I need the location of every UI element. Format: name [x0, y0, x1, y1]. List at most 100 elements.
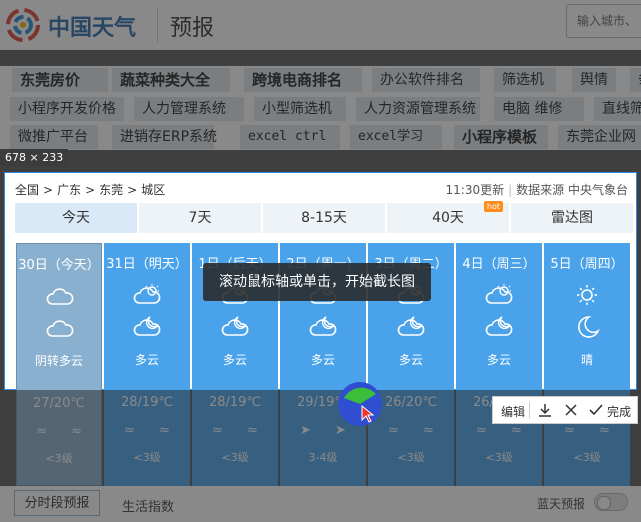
forecast-tabs: 今天 7天 8-15天 40天 hot 雷达图 — [15, 201, 635, 233]
wind-level: <3级 — [133, 451, 161, 464]
tab-5[interactable]: 雷达图 — [511, 203, 635, 233]
ad-keyword-link[interactable]: 东莞企业网 — [558, 125, 641, 149]
divider: | — [508, 183, 513, 197]
cloud-icon — [46, 288, 74, 305]
day-forecast-card[interactable]: 5日（周四）晴27/19℃≈ ≈<3级 — [544, 243, 630, 486]
bottom-strip: 分时段预报 生活指数 蓝天预报 — [0, 486, 641, 522]
ad-keyword-link[interactable]: 小程序模板 — [454, 125, 548, 149]
wind-direction-icon: ≈ ≈ — [212, 423, 268, 438]
partly-cloudy-night-icon — [485, 316, 513, 336]
ad-keyword-strip: 东莞房价蔬菜种类大全跨境电商排名办公软件排名筛选机舆情条 小程序开发价格人力管理… — [0, 66, 641, 150]
moon-icon — [578, 316, 600, 338]
weather-condition: 多云 — [134, 353, 159, 367]
ad-keyword-link[interactable]: excel ctrl — [240, 125, 340, 149]
breadcrumb-link[interactable]: 城区 — [141, 183, 165, 197]
cloud-icon — [46, 320, 74, 337]
weather-condition: 多云 — [398, 353, 423, 367]
tab-1[interactable]: 今天 — [15, 203, 139, 233]
tab-3[interactable]: 8-15天 — [263, 203, 387, 233]
partly-cloudy-night-icon — [133, 316, 161, 336]
breadcrumb-link[interactable]: 全国 — [15, 183, 39, 197]
temperature-range: 28/19℃ — [120, 395, 174, 410]
day-label: 30日（今天） — [18, 258, 100, 273]
tab-2[interactable]: 7天 — [139, 203, 263, 233]
weather-logo-icon[interactable] — [6, 8, 40, 42]
ad-keyword-link[interactable]: 蔬菜种类大全 — [112, 68, 230, 92]
toolbar-divider — [529, 402, 530, 418]
blue-sky-toggle[interactable] — [594, 493, 628, 511]
ad-keyword-link[interactable]: 小程序开发价格 — [10, 97, 124, 121]
ad-keyword-link[interactable]: 办公软件排名 — [372, 68, 480, 92]
section-title: 预报 — [170, 16, 215, 41]
breadcrumb-separator: > — [43, 183, 54, 197]
tab-label: 8-15天 — [301, 210, 347, 226]
selection-size-label: 678 × 233 — [0, 149, 69, 166]
weather-condition: 多云 — [222, 353, 247, 367]
day-label: 5日（周四） — [550, 257, 624, 272]
screenshot-dim-mask — [0, 172, 4, 390]
ad-keyword-link[interactable]: 舆情 — [572, 68, 616, 92]
ad-keyword-link[interactable]: 人力资源管理系统 — [356, 97, 480, 121]
wind-level: <3级 — [221, 451, 249, 464]
ad-keyword-link[interactable]: 小型筛选机 — [254, 97, 346, 121]
day-label: 31日（明天） — [106, 257, 188, 272]
day-forecast-card[interactable]: 30日（今天） 阴转多云 27/20℃ ≈ ≈ <3级 — [16, 243, 102, 486]
breadcrumb-link[interactable]: 东莞 — [99, 183, 123, 197]
download-icon[interactable] — [537, 402, 553, 418]
breadcrumb-link[interactable]: 广东 — [57, 183, 81, 197]
blue-sky-label: 蓝天预报 — [537, 497, 586, 511]
weather-condition: 阴转多云 — [34, 354, 83, 368]
data-source: 数据来源 中央气象台 — [516, 183, 628, 197]
long-screenshot-hint: 滚动鼠标轴或单击，开始截长图 — [203, 263, 431, 301]
wind-level: <3级 — [45, 452, 73, 465]
header-divider — [157, 8, 158, 42]
ad-keyword-link[interactable]: 跨境电商排名 — [244, 68, 362, 92]
update-info: 11:30更新 | 数据来源 中央气象台 — [446, 181, 628, 198]
life-index-tab[interactable]: 生活指数 — [122, 496, 174, 515]
weather-condition: 多云 — [486, 353, 511, 367]
cursor-highlight-icon — [338, 382, 382, 426]
temperature-range: 28/19℃ — [208, 395, 262, 410]
partly-cloudy-night-icon — [221, 316, 249, 336]
edit-button[interactable]: 编辑 — [501, 403, 525, 420]
ad-keyword-link[interactable]: 进销存ERP系统 — [112, 125, 217, 149]
check-icon[interactable] — [589, 402, 603, 418]
ad-keyword-link[interactable]: excel学习 — [350, 125, 442, 149]
ad-keyword-link[interactable]: 直线筛 — [594, 97, 641, 121]
wind-level: <3级 — [397, 451, 425, 464]
toggle-knob — [597, 496, 611, 510]
ad-keyword-link[interactable]: 筛选机 — [494, 68, 556, 92]
breadcrumb-separator: > — [85, 183, 96, 197]
ad-keyword-link[interactable]: 电脑 维修 — [494, 97, 584, 121]
day-forecast-card[interactable]: 4日（周三）多云26/20℃≈ ≈<3级 — [456, 243, 542, 486]
tab-label: 雷达图 — [551, 210, 593, 226]
wind-direction-icon: ≈ ≈ — [564, 423, 620, 438]
city-search-input[interactable]: 输入城市、 — [566, 4, 641, 38]
ad-keyword-link[interactable]: 微推广平台 — [10, 125, 98, 149]
ad-keyword-link[interactable]: 人力管理系统 — [134, 97, 244, 121]
day-forecast-card[interactable]: 31日（明天） 多云 28/19℃ ≈ ≈ <3级 — [104, 243, 190, 486]
sun-icon — [577, 285, 597, 305]
screenshot-toolbar: 编辑 完成 — [492, 396, 638, 424]
wind-level: <3级 — [573, 451, 601, 464]
update-time: 11:30更新 — [445, 183, 505, 197]
close-icon[interactable] — [563, 402, 579, 418]
day-label: 4日（周三） — [462, 257, 536, 272]
site-brand[interactable]: 中国天气 — [48, 10, 136, 42]
partly-cloudy-icon — [133, 284, 161, 304]
done-button[interactable]: 完成 — [607, 403, 631, 420]
wind-direction-icon: ≈ ≈ — [36, 424, 92, 439]
ad-keyword-link[interactable]: 条 — [630, 68, 641, 92]
partly-cloudy-night-icon — [309, 316, 337, 336]
hourly-forecast-button[interactable]: 分时段预报 — [14, 490, 100, 516]
site-header: 中国天气 预报 输入城市、 — [0, 0, 641, 50]
partly-cloudy-night-icon — [397, 316, 425, 336]
wind-direction-icon: ≈ ≈ — [124, 423, 180, 438]
tab-4[interactable]: 40天 hot — [387, 201, 511, 233]
weather-condition: 多云 — [310, 353, 335, 367]
temperature-range: 27/20℃ — [32, 396, 86, 411]
ad-keyword-link[interactable]: 东莞房价 — [12, 68, 108, 92]
tab-label: 今天 — [62, 210, 90, 226]
tab-label: 40天 — [432, 210, 464, 226]
wind-direction-icon: ≈ ≈ — [476, 423, 532, 438]
